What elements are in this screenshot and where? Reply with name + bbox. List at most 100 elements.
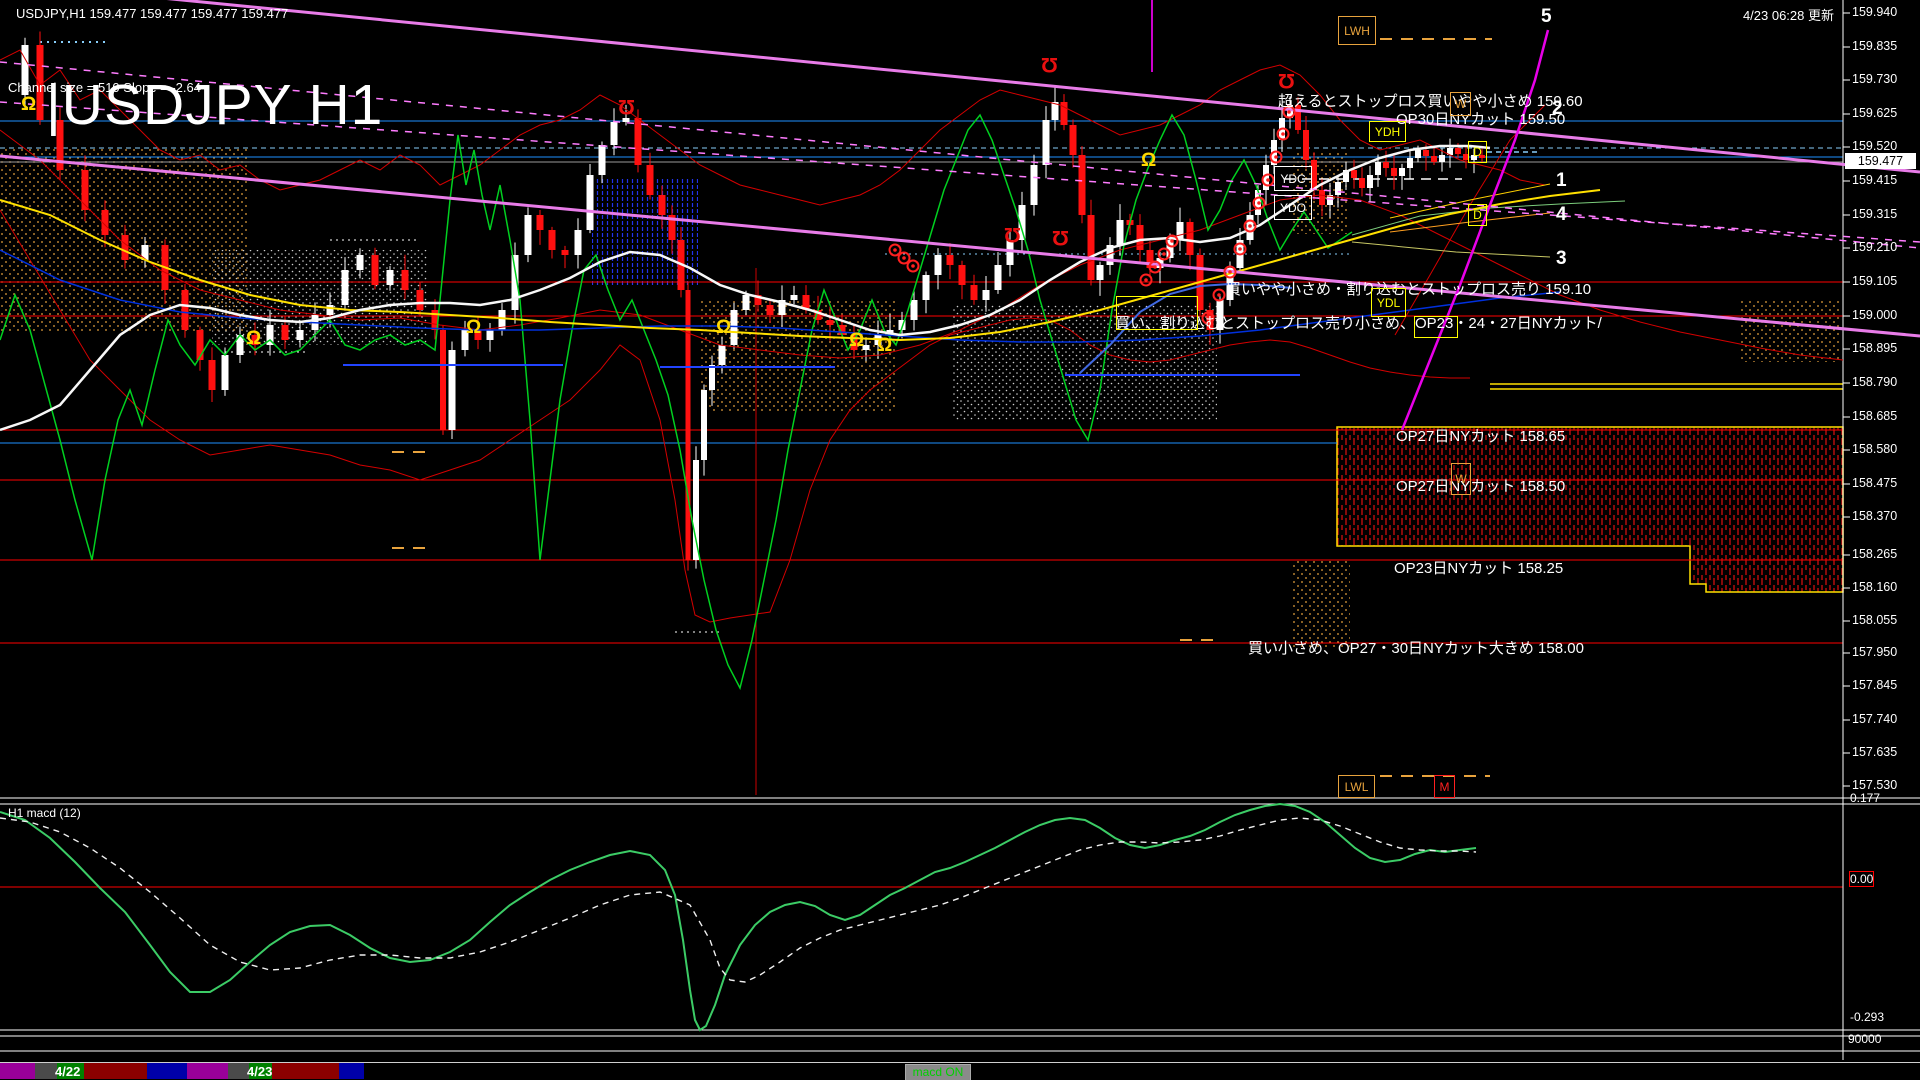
mt4-chart-window: |USDJPY H1 USDJPY,H1 159.477 159.477 159…: [0, 0, 1920, 1080]
candle-body: [922, 275, 930, 300]
candle-body: [1176, 222, 1184, 240]
candle-body: [1455, 148, 1461, 154]
candle-body: [970, 285, 978, 300]
candle-body: [1407, 158, 1413, 168]
level-tag-box-ydo: YDO: [1274, 195, 1312, 220]
trade-signal-dot: [1228, 270, 1232, 274]
candle-body: [524, 215, 532, 255]
order-level-annotation: OP23日NYカット 158.25: [1394, 560, 1564, 577]
candle-body: [1351, 170, 1357, 178]
candle-body: [622, 118, 630, 122]
level-tag-box-d: D: [1468, 141, 1487, 163]
candle-body: [536, 215, 544, 230]
session-segment: [147, 1063, 187, 1079]
price-axis-label: 157.530: [1852, 778, 1898, 792]
level-tag-box-plain: [1414, 316, 1458, 338]
volume-axis-label: 90000: [1848, 1032, 1882, 1046]
trade-signal-dot: [1217, 293, 1221, 297]
candle-body: [574, 230, 582, 255]
price-axis-label: 159.940: [1852, 5, 1898, 19]
omega-signal-icon: Ω: [246, 328, 262, 349]
candle-body: [730, 310, 738, 345]
price-axis-label: 158.475: [1852, 476, 1898, 490]
level-tag-box-ydh: YDH: [1369, 121, 1406, 142]
candle-body: [1431, 156, 1437, 162]
order-level-annotation: OP27日NYカット 158.65: [1396, 428, 1566, 445]
last-updated-label: 4/23 06:28 更新: [1742, 8, 1834, 23]
session-segment: [228, 1063, 249, 1079]
price-axis-label: 158.685: [1852, 409, 1898, 423]
candle-body: [994, 265, 1002, 290]
candle-body: [440, 330, 446, 430]
candle-body: [934, 255, 942, 275]
wave-count-number: 1: [1556, 170, 1567, 191]
candle-body: [1415, 150, 1421, 158]
macd-toggle-button[interactable]: macd ON: [905, 1064, 971, 1080]
trade-signal-dot: [1170, 239, 1174, 243]
session-segment: [339, 1063, 364, 1079]
candle-body: [81, 170, 89, 210]
price-axis-label: 159.520: [1852, 139, 1898, 153]
candle-body: [1335, 182, 1341, 195]
level-tag-box-ydc: YDC: [1274, 166, 1312, 191]
candle-body: [208, 360, 216, 390]
candle-body: [1391, 168, 1397, 176]
down-arrow-icon: Ω: [1278, 69, 1295, 92]
macd-axis-label: -0.293: [1850, 1010, 1885, 1024]
date-label: 4/22: [55, 1064, 81, 1079]
trade-signal-dot: [1248, 224, 1252, 228]
price-axis-label: 159.105: [1852, 274, 1898, 288]
candle-body: [766, 305, 774, 315]
price-axis-label: 159.000: [1852, 308, 1898, 322]
trade-signal-dot: [1153, 265, 1157, 269]
price-axis-label: 159.625: [1852, 106, 1898, 120]
candle-body: [1096, 265, 1104, 280]
axis-ticks: [1843, 12, 1850, 787]
candle-body: [790, 295, 798, 300]
macd-lines: [0, 802, 1477, 1032]
candle-body: [341, 270, 349, 305]
omega-signal-icon: Ω: [849, 330, 865, 351]
price-axis-label: 158.580: [1852, 442, 1898, 456]
wave-count-number: 2: [1552, 98, 1563, 119]
candle-body: [982, 290, 990, 300]
candle-body: [1069, 125, 1077, 155]
price-axis-label: 158.895: [1852, 341, 1898, 355]
candle-body: [1367, 175, 1373, 188]
session-segment: [272, 1063, 339, 1079]
wave-count-number: 5: [1541, 6, 1552, 27]
candle-body: [658, 195, 666, 215]
candle-body: [1042, 120, 1050, 165]
macd-main-line: [0, 802, 1477, 1032]
price-axis-label: 158.055: [1852, 613, 1898, 627]
candle-body: [1136, 225, 1144, 250]
candle-body: [1375, 162, 1381, 175]
candle-body: [401, 270, 409, 290]
candle-body: [610, 122, 618, 145]
cloud-area: [1740, 300, 1840, 362]
candle-body: [742, 295, 750, 310]
omega-signal-icon: Ω: [21, 94, 37, 115]
candle-body: [296, 330, 304, 340]
current-price-tag: 159.477: [1845, 153, 1916, 169]
candle-body: [1087, 215, 1095, 280]
candle-body: [386, 270, 394, 285]
macd-panel-label: H1 macd (12): [8, 806, 81, 820]
price-chart[interactable]: [0, 0, 1920, 1080]
candle-body: [1030, 165, 1038, 205]
down-arrow-icon: Ω: [1004, 223, 1021, 246]
omega-signal-icon: Ω: [1141, 150, 1157, 171]
trade-signal-dot: [1281, 132, 1285, 136]
level-tag-box-ydl: YDL: [1371, 288, 1406, 317]
order-level-annotation: OP30日NYカット 159.50: [1396, 111, 1566, 128]
candle-body: [281, 325, 289, 340]
level-tag-box-w: W: [1451, 463, 1471, 495]
level-tag-box-lwh: LWH: [1338, 16, 1376, 45]
trade-signal-dot: [1266, 178, 1270, 182]
wave-count-number: 4: [1556, 204, 1567, 225]
down-arrow-icon: Ω: [1041, 53, 1058, 76]
candle-body: [356, 255, 364, 270]
candle-body: [1319, 190, 1325, 205]
trade-signal-dot: [902, 256, 906, 260]
candle-body: [1078, 155, 1086, 215]
